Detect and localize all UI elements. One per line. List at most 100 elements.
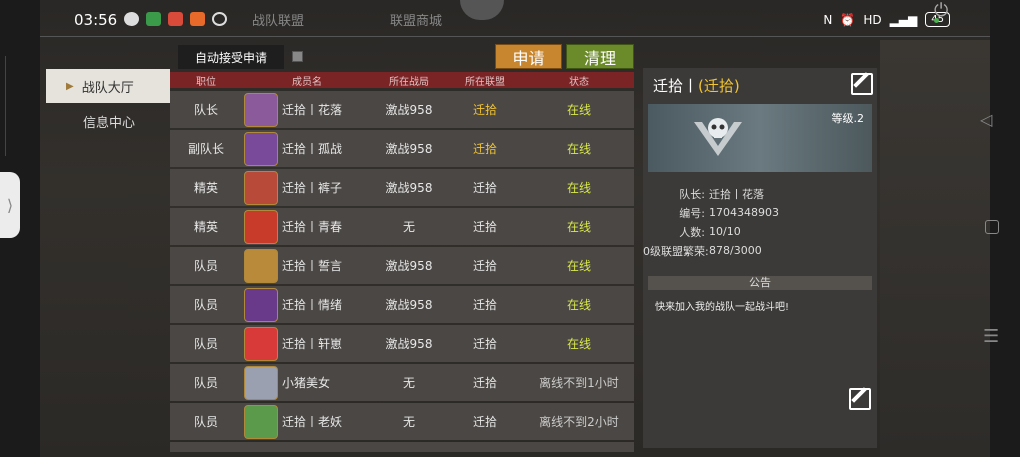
member-name: 迁拾丨裤子 <box>282 181 343 195</box>
member-name-cell: 迁拾丨老妖 <box>242 404 372 439</box>
clear-button[interactable]: 清理 <box>566 44 634 69</box>
auto-accept-checkbox[interactable] <box>292 51 303 62</box>
edge-line <box>0 56 6 156</box>
tab-team-alliance[interactable]: 战队联盟 <box>252 10 304 29</box>
alarm-icon: ⏰ <box>840 12 856 27</box>
home-icon[interactable] <box>985 220 999 234</box>
back-icon[interactable]: ◁ <box>980 110 992 129</box>
member-position: 队员 <box>193 337 218 351</box>
nfc-icon: N <box>823 12 833 27</box>
member-name-cell: 迁拾丨青春 <box>242 209 372 244</box>
member-battle: 激战958 <box>385 103 433 117</box>
tab-alliance-shop[interactable]: 联盟商城 <box>390 10 442 29</box>
member-status: 离线不到2小时 <box>539 415 619 429</box>
hd-icon: HD <box>863 12 882 27</box>
team-level: 等级.2 <box>831 112 865 125</box>
member-status: 在线 <box>566 337 591 351</box>
member-battle: 激战958 <box>385 142 433 156</box>
member-name: 迁拾丨花落 <box>282 103 343 117</box>
app-icon-swirl <box>212 12 227 26</box>
team-details: 队长: 迁拾丨花落 编号: 1704348903 人数: 10/10 0级联盟繁荣: 8… <box>643 184 877 260</box>
member-battle: 无 <box>402 220 415 234</box>
edge-handle[interactable]: ⟩ <box>0 172 20 238</box>
member-position: 队长 <box>193 103 218 117</box>
table-header: 职位 成员名 所在战局 所在联盟 状态 <box>170 72 634 88</box>
member-name: 迁拾丨情绪 <box>282 298 343 312</box>
avatar <box>244 404 278 439</box>
id-value: 1704348903 <box>709 206 779 219</box>
avatar <box>244 209 278 244</box>
avatar <box>244 170 278 205</box>
member-status: 在线 <box>566 142 591 156</box>
member-status: 在线 <box>566 298 591 312</box>
avatar <box>244 92 278 127</box>
team-title-prefix: 迁拾丨 <box>653 77 699 95</box>
count-value: 10/10 <box>709 225 741 238</box>
member-name: 小猪美女 <box>282 376 331 390</box>
member-name: 迁拾丨誓言 <box>282 259 343 273</box>
notice-text: 快来加入我的战队一起战斗吧! <box>655 302 790 313</box>
apply-button[interactable]: 申请 <box>495 44 562 69</box>
member-alliance: 迁拾 <box>472 298 497 312</box>
nav-item-team-hall[interactable]: ▶ 战队大厅 <box>46 69 170 103</box>
app-icon-green <box>146 12 161 26</box>
arrow-right-icon: ▶ <box>66 80 74 92</box>
table-row[interactable]: 队员 迁拾丨老妖 无 迁拾 离线不到2小时 <box>170 403 634 440</box>
member-position: 队员 <box>193 298 218 312</box>
member-alliance: 迁拾 <box>472 415 497 429</box>
avatar <box>244 365 278 400</box>
avatar <box>244 248 278 283</box>
table-row[interactable]: 副队长 迁拾丨孤战 激战958 迁拾 在线 <box>170 130 634 167</box>
id-label: 编号: <box>679 206 705 220</box>
header-position: 职位 <box>196 76 216 88</box>
header-name: 成员名 <box>292 76 322 88</box>
nav-label: 战队大厅 <box>81 80 134 96</box>
header-alliance: 所在联盟 <box>465 76 505 88</box>
table-row[interactable]: 精英 迁拾丨青春 无 迁拾 在线 <box>170 208 634 245</box>
member-alliance: 迁拾 <box>472 142 497 156</box>
member-name: 迁拾丨老妖 <box>282 415 343 429</box>
divider <box>40 36 990 37</box>
member-position: 副队长 <box>187 142 224 156</box>
member-battle: 激战958 <box>385 181 433 195</box>
edit-notice-icon[interactable] <box>849 388 871 410</box>
status-right: N ⏰ HD ▂▄▆ 45 <box>823 12 950 27</box>
table-row[interactable]: 精英 迁拾丨裤子 激战958 迁拾 在线 <box>170 169 634 206</box>
wechat-icon <box>124 12 139 26</box>
team-info-panel: 迁拾丨(迁拾) 等级.2 队长: 迁拾丨花落 编号: 1704348903 人数: 1… <box>643 68 877 448</box>
member-name-cell: 迁拾丨情绪 <box>242 287 372 322</box>
captain-label: 队长: <box>679 187 705 201</box>
count-label: 人数: <box>679 225 705 239</box>
member-battle: 无 <box>402 415 415 429</box>
member-battle: 无 <box>402 376 415 390</box>
table-row[interactable]: 队员 小猪美女 无 迁拾 离线不到1小时 <box>170 364 634 401</box>
member-alliance: 迁拾 <box>472 337 497 351</box>
member-name-cell: 迁拾丨花落 <box>242 92 372 127</box>
member-battle: 激战958 <box>385 259 433 273</box>
member-name: 迁拾丨孤战 <box>282 142 343 156</box>
table-row[interactable]: 队员 迁拾丨轩崽 激战958 迁拾 在线 <box>170 325 634 362</box>
member-name-cell: 迁拾丨誓言 <box>242 248 372 283</box>
member-position: 精英 <box>193 220 218 234</box>
captain-value: 迁拾丨花落 <box>709 187 764 201</box>
table-row[interactable]: 队员 迁拾丨情绪 激战958 迁拾 在线 <box>170 286 634 323</box>
table-row[interactable]: 队长 迁拾丨花落 激战958 迁拾 在线 <box>170 91 634 128</box>
nav-item-info-center[interactable]: 信息中心 <box>46 104 170 138</box>
skull-emblem-icon <box>694 118 742 156</box>
member-name-cell: 迁拾丨裤子 <box>242 170 372 205</box>
menu-icon[interactable]: ☰ <box>983 326 999 347</box>
avatar <box>244 326 278 361</box>
prosperity-value: 878/3000 <box>709 244 762 257</box>
power-dot <box>934 18 939 23</box>
header-battle: 所在战局 <box>389 76 429 88</box>
team-title-alliance: (迁拾) <box>698 77 740 95</box>
member-position: 队员 <box>193 376 218 390</box>
table-row-partial <box>170 442 634 452</box>
signal-icon: ▂▄▆ <box>889 12 918 27</box>
background-right <box>880 40 990 457</box>
edit-title-icon[interactable] <box>851 73 873 95</box>
table-row[interactable]: 队员 迁拾丨誓言 激战958 迁拾 在线 <box>170 247 634 284</box>
member-name-cell: 小猪美女 <box>242 365 372 400</box>
app-icon-orange <box>190 12 205 26</box>
member-name-cell: 迁拾丨轩崽 <box>242 326 372 361</box>
